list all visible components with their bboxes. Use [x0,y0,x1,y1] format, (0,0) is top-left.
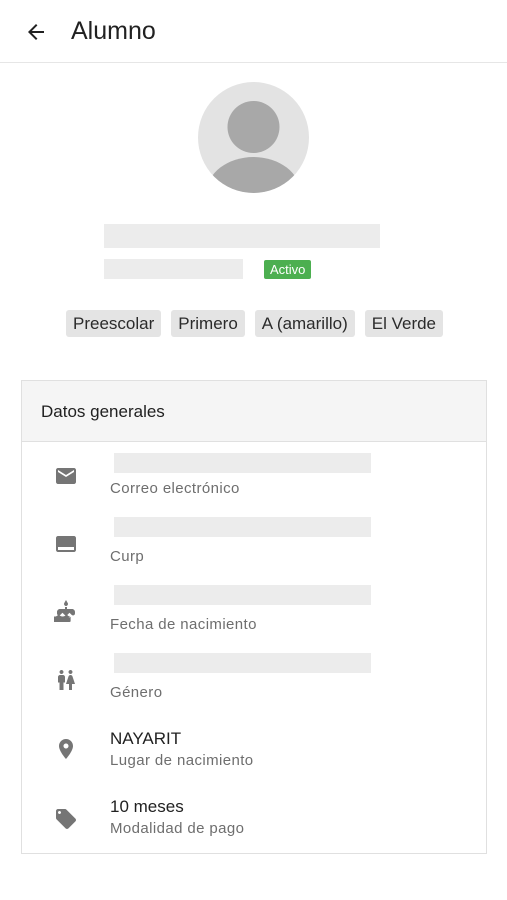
id-card-icon [54,532,78,556]
row-birth-date: Fecha de nacimiento [22,585,486,653]
row-birth-place: NAYARIT Lugar de nacimiento [22,721,486,789]
row-label: Lugar de nacimiento [110,752,254,769]
avatar [198,82,309,193]
curp-value-placeholder [114,517,371,537]
gender-icon [54,668,78,692]
birth-date-value-placeholder [114,585,371,605]
chip-level: Preescolar [66,310,162,337]
row-label: Género [110,684,163,701]
chip-group: A (amarillo) [254,310,355,337]
chip-campus: El Verde [364,310,444,337]
arrow-back-icon [28,24,44,40]
chip-grade: Primero [171,310,245,337]
student-id-placeholder [104,259,243,279]
tag-icon [54,807,78,831]
card-title: Datos generales [41,402,165,421]
row-value: 10 meses [110,797,184,816]
page-title: Alumno [71,17,156,45]
email-value-placeholder [114,453,371,473]
default-person-avatar-icon [206,101,301,193]
row-gender: Género [22,653,486,721]
card-header: Datos generales [22,381,486,442]
status-badge: Activo [264,260,312,279]
row-value: NAYARIT [110,729,182,748]
gender-value-placeholder [114,653,371,673]
app-bar: Alumno [0,0,507,63]
email-icon [54,464,78,488]
row-label: Curp [110,548,145,565]
row-label: Correo electrónico [110,480,240,497]
student-name-placeholder [104,224,380,248]
enrollment-chips: Preescolar Primero A (amarillo) El Verde [66,310,444,337]
row-label: Modalidad de pago [110,820,245,837]
general-data-card: Datos generales Correo electrónico Curp … [21,380,487,854]
cake-icon [54,600,78,624]
back-button[interactable] [20,17,52,47]
row-curp: Curp [22,517,486,585]
location-pin-icon [54,737,78,761]
row-email: Correo electrónico [22,449,486,517]
row-payment-modality: 10 meses Modalidad de pago [22,789,486,857]
row-label: Fecha de nacimiento [110,616,257,633]
